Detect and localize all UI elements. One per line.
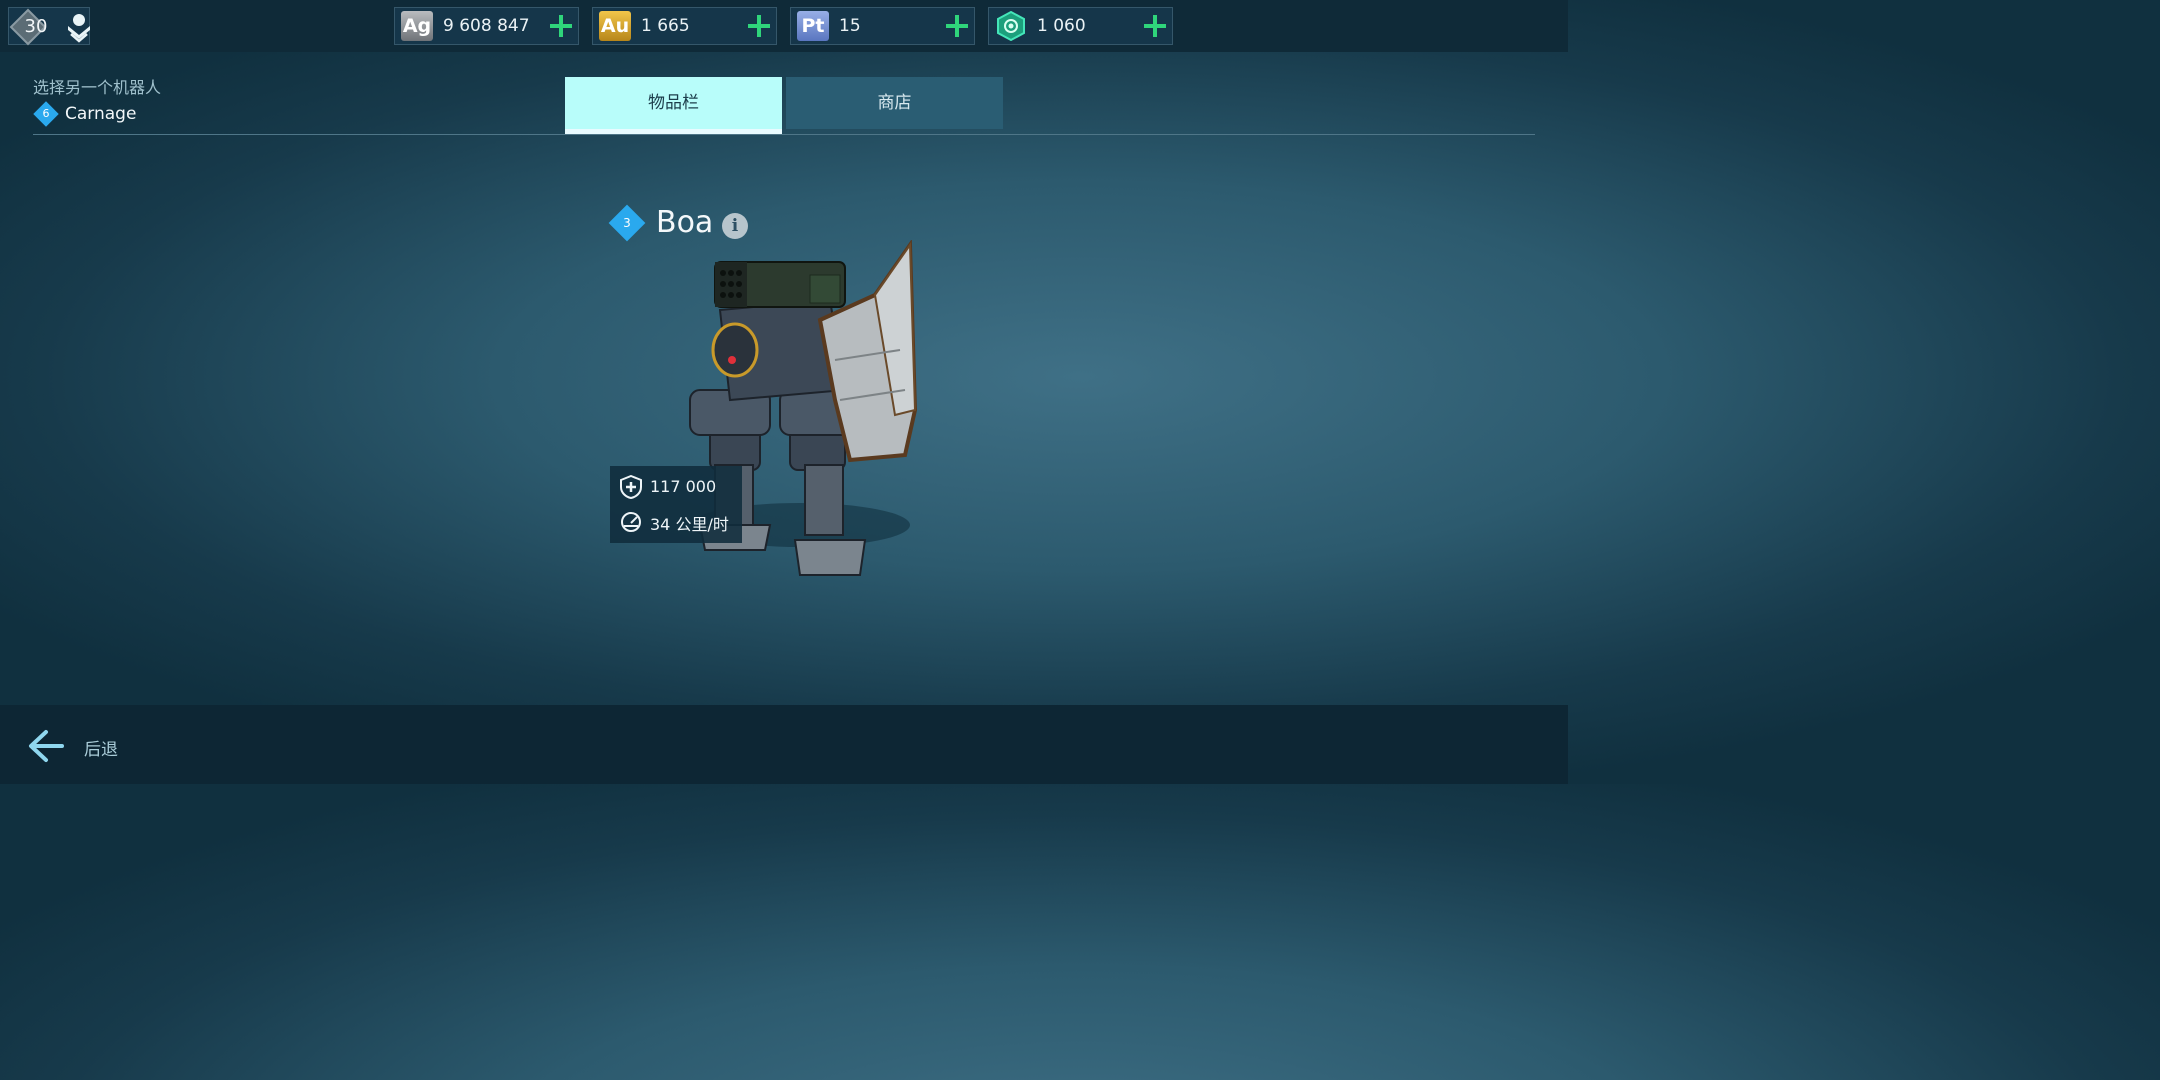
currency-keys[interactable]: 1 060 (988, 7, 1173, 45)
tab-inventory[interactable]: 物品栏 (565, 77, 782, 129)
back-button[interactable]: 后退 (84, 735, 118, 760)
platinum-badge: Pt (797, 11, 829, 41)
gold-badge: Au (599, 11, 631, 41)
currency-silver[interactable]: Ag 9 608 847 (394, 7, 579, 45)
key-hexagon-icon (997, 11, 1025, 41)
currency-platinum[interactable]: Pt 15 (790, 7, 975, 45)
silver-amount: 9 608 847 (443, 16, 530, 36)
select-robot-link[interactable]: 选择另一个机器人 (33, 74, 161, 98)
current-robot-name: Carnage (65, 104, 137, 124)
info-icon[interactable]: i (722, 213, 748, 239)
silver-badge: Ag (401, 11, 433, 41)
add-gold-button[interactable] (748, 15, 770, 37)
add-platinum-button[interactable] (946, 15, 968, 37)
speedometer-icon (621, 512, 641, 532)
currency-gold[interactable]: Au 1 665 (592, 7, 777, 45)
back-arrow-icon[interactable] (26, 728, 64, 764)
shield-plus-icon (620, 475, 642, 499)
bottom-bar (0, 705, 1568, 784)
durability-value: 117 000 (650, 477, 717, 496)
robot-level: 3 (623, 216, 631, 230)
gold-amount: 1 665 (641, 16, 690, 36)
speed-value: 34 公里/时 (650, 515, 729, 534)
add-keys-button[interactable] (1144, 15, 1166, 37)
tab-shop[interactable]: 商店 (786, 77, 1003, 129)
player-level: 30 (24, 16, 48, 37)
current-robot-level: 6 (42, 107, 50, 120)
player-level-badge[interactable]: 30 (8, 7, 90, 46)
keys-amount: 1 060 (1037, 16, 1086, 36)
robot-stats-panel: 117 000 34 公里/时 (610, 466, 742, 543)
header-divider (33, 134, 1535, 135)
add-silver-button[interactable] (550, 15, 572, 37)
platinum-amount: 15 (839, 16, 861, 36)
robot-name: Boa (656, 205, 714, 240)
rank-chevron-icon (68, 14, 90, 43)
top-bar: 30 Ag 9 608 847 Au 1 665 Pt 15 1 060 (0, 0, 1568, 52)
